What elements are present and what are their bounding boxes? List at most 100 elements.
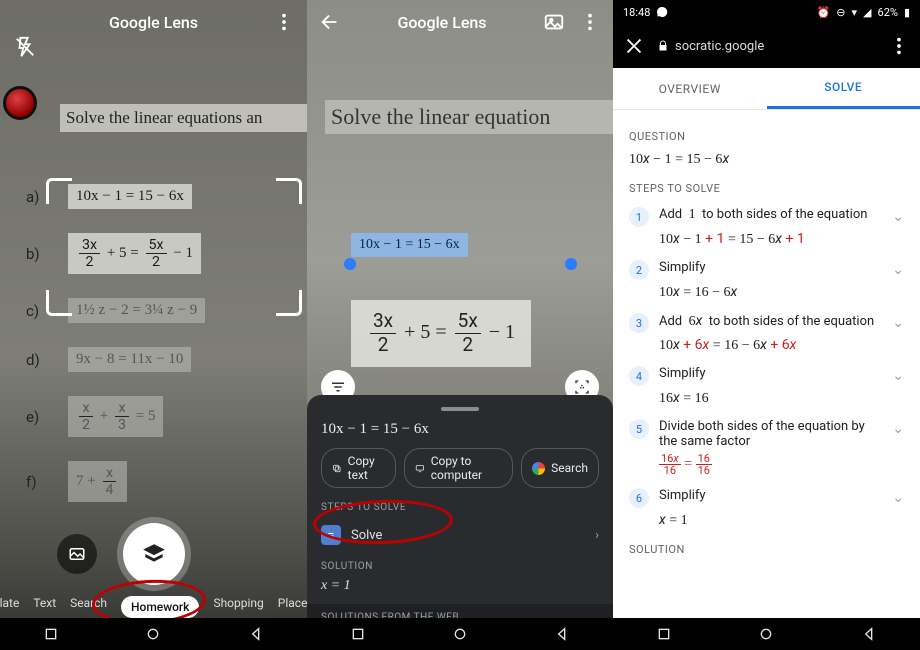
mode-text[interactable]: Text bbox=[33, 596, 56, 618]
nav-recents-icon[interactable] bbox=[43, 626, 59, 642]
chevron-down-icon: ⌄ bbox=[892, 488, 904, 506]
wifi-icon: ▾ bbox=[852, 6, 858, 19]
image-icon[interactable] bbox=[543, 11, 565, 33]
battery-text: 62% bbox=[878, 6, 898, 19]
battery-icon: ▮ bbox=[904, 6, 910, 19]
step-5[interactable]: 5Divide both sides of the equation by th… bbox=[629, 419, 904, 449]
signal-icon: ◢ bbox=[863, 6, 871, 19]
sheet-equation: 10x − 1 = 15 − 6x bbox=[321, 421, 599, 438]
problem-f: f) 7 + x4 bbox=[26, 461, 289, 502]
chevron-down-icon: ⌄ bbox=[892, 260, 904, 278]
step-2-eq: 10x = 16 − 6x bbox=[659, 284, 904, 301]
more-icon[interactable] bbox=[888, 35, 910, 57]
chevron-down-icon: ⌄ bbox=[892, 366, 904, 384]
nav-recents-icon[interactable] bbox=[656, 626, 672, 642]
question-equation: 10x − 1 = 15 − 6x bbox=[629, 151, 904, 168]
step-4[interactable]: 4Simplify⌄ bbox=[629, 366, 904, 386]
tab-overview[interactable]: OVERVIEW bbox=[613, 68, 767, 109]
problem-e-eq: x2 + x3 = 5 bbox=[68, 396, 163, 437]
problem-f-eq: 7 + x4 bbox=[68, 461, 127, 502]
google-icon bbox=[532, 462, 545, 475]
close-icon[interactable] bbox=[623, 35, 645, 57]
bottom-sheet[interactable]: 10x − 1 = 15 − 6x Copy text Copy to comp… bbox=[307, 395, 613, 618]
android-navbar bbox=[613, 618, 920, 650]
copy-text-chip[interactable]: Copy text bbox=[321, 448, 396, 488]
selection-handle-icon[interactable] bbox=[344, 258, 356, 270]
crop-corner-icon[interactable] bbox=[46, 178, 72, 204]
solution-label: SOLUTION bbox=[629, 543, 904, 556]
step-6[interactable]: 6Simplify⌄ bbox=[629, 488, 904, 508]
crop-corner-icon[interactable] bbox=[276, 178, 302, 204]
solution-value: x = 1 bbox=[321, 578, 599, 594]
step-3-eq: 10x + 6x = 16 − 6x + 6x bbox=[659, 337, 904, 354]
problem-d: d)9x − 8 = 11x − 10 bbox=[26, 347, 289, 372]
step-1-eq: 10x − 1 + 1 = 15 − 6x + 1 bbox=[659, 231, 904, 248]
selection-handle-icon[interactable] bbox=[565, 258, 577, 270]
page-headline: Solve the linear equations an bbox=[60, 104, 307, 132]
step-1[interactable]: 1Add 1 to both sides of the equation⌄ bbox=[629, 207, 904, 227]
chevron-down-icon: ⌄ bbox=[892, 313, 904, 331]
nav-home-icon[interactable] bbox=[758, 626, 774, 642]
topbar: Google Lens bbox=[0, 0, 307, 44]
mode-translate[interactable]: slate bbox=[0, 596, 19, 618]
android-navbar bbox=[0, 618, 307, 650]
nav-home-icon[interactable] bbox=[145, 626, 161, 642]
selected-equation[interactable]: 10x − 1 = 15 − 6x bbox=[351, 233, 468, 257]
problem-e: e) x2 + x3 = 5 bbox=[26, 396, 289, 437]
nav-back-icon[interactable] bbox=[861, 626, 877, 642]
gallery-button[interactable] bbox=[57, 534, 97, 574]
step-5-eq: 16x16 = 1616 bbox=[659, 453, 904, 476]
search-chip[interactable]: Search bbox=[521, 448, 599, 488]
panel-lens-capture: Google Lens Solve the linear equations a… bbox=[0, 0, 307, 650]
panel-socratic: 18:48 ⏰ ⊖ ▾ ◢ 62% ▮ socratic.google OVER… bbox=[613, 0, 920, 650]
web-solutions-label: SOLUTIONS FROM THE WEB bbox=[307, 604, 613, 618]
problem-list: a)10x − 1 = 15 − 6x b) 3x2 + 5 = 5x2 − 1… bbox=[26, 184, 289, 526]
crop-corner-icon[interactable] bbox=[46, 290, 72, 316]
action-chips: Copy text Copy to computer Search bbox=[321, 448, 599, 488]
url-display[interactable]: socratic.google bbox=[657, 39, 764, 54]
app-title: Google Lens bbox=[109, 13, 198, 32]
nav-home-icon[interactable] bbox=[452, 626, 468, 642]
more-icon[interactable] bbox=[579, 11, 601, 33]
step-6-eq: x = 1 bbox=[659, 512, 904, 529]
problem-b: b) 3x2 + 5 = 5x2 − 1 bbox=[26, 233, 289, 274]
more-icon[interactable] bbox=[273, 11, 295, 33]
app-title: Google Lens bbox=[397, 13, 486, 32]
tab-solve[interactable]: SOLVE bbox=[767, 68, 920, 109]
status-bar: 18:48 ⏰ ⊖ ▾ ◢ 62% ▮ bbox=[613, 0, 920, 24]
copy-computer-chip[interactable]: Copy to computer bbox=[404, 448, 513, 488]
steps-label: STEPS TO SOLVE bbox=[629, 182, 904, 195]
status-time: 18:48 bbox=[623, 6, 650, 19]
step-3[interactable]: 3Add 6x to both sides of the equation⌄ bbox=[629, 313, 904, 333]
dnd-icon: ⊖ bbox=[836, 6, 845, 19]
panel-lens-result: Google Lens Solve the linear equation 10… bbox=[307, 0, 613, 650]
whatsapp-icon bbox=[656, 6, 668, 18]
red-badge-icon bbox=[3, 86, 37, 120]
solution-label: SOLUTION bbox=[321, 561, 599, 572]
solve-content[interactable]: QUESTION 10x − 1 = 15 − 6x STEPS TO SOLV… bbox=[613, 110, 920, 618]
mode-shopping[interactable]: Shopping bbox=[213, 596, 263, 618]
tab-bar: OVERVIEW SOLVE bbox=[613, 68, 920, 110]
mode-places[interactable]: Places bbox=[278, 596, 307, 618]
nav-recents-icon[interactable] bbox=[350, 626, 366, 642]
step-2[interactable]: 2Simplify⌄ bbox=[629, 260, 904, 280]
android-navbar bbox=[307, 618, 613, 650]
shutter-button[interactable] bbox=[123, 523, 185, 585]
crop-corner-icon[interactable] bbox=[276, 290, 302, 316]
chevron-down-icon: ⌄ bbox=[892, 419, 904, 437]
drag-handle-icon[interactable] bbox=[441, 407, 479, 411]
url-bar: socratic.google bbox=[613, 24, 920, 68]
nav-back-icon[interactable] bbox=[554, 626, 570, 642]
alarm-icon: ⏰ bbox=[817, 6, 831, 19]
problem-b-eq: 3x2 + 5 = 5x2 − 1 bbox=[68, 233, 201, 274]
equation-box: 3x2 + 5 = 5x2 − 1 bbox=[351, 300, 531, 367]
chevron-down-icon: ⌄ bbox=[892, 207, 904, 225]
back-icon[interactable] bbox=[319, 11, 341, 33]
question-label: QUESTION bbox=[629, 130, 904, 143]
page-headline: Solve the linear equation bbox=[325, 100, 613, 134]
nav-back-icon[interactable] bbox=[248, 626, 264, 642]
shutter-row bbox=[0, 523, 307, 585]
topbar: Google Lens bbox=[307, 0, 613, 44]
lock-icon bbox=[657, 40, 669, 52]
step-4-eq: 16x = 16 bbox=[659, 390, 904, 407]
